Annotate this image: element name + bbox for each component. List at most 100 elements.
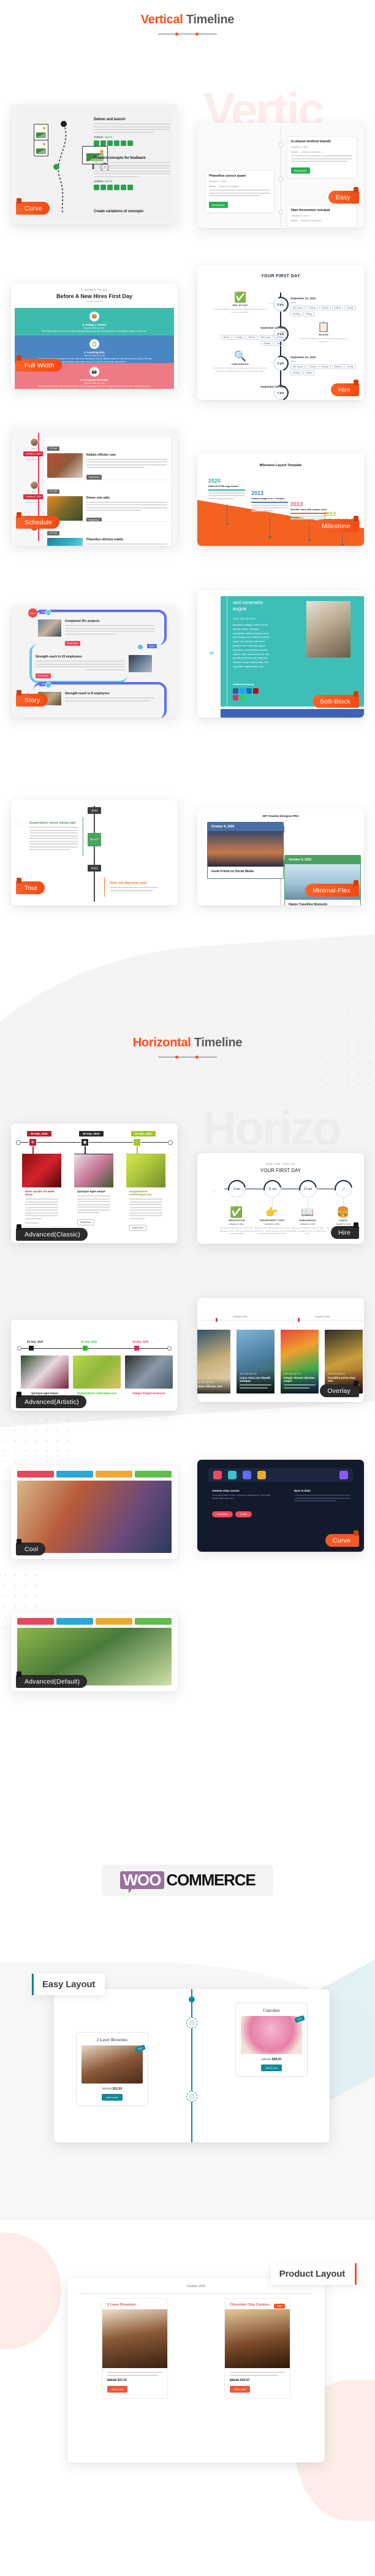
classic-column[interactable]: Suspendisse scelerisque orci Read More xyxy=(126,1154,165,1235)
toolbar-chip[interactable] xyxy=(257,1471,266,1479)
overlay-card[interactable]: Oct 6, 2013 @ 9:16 ursus risus nec blandi… xyxy=(237,1330,275,1393)
stop-date: 26 Sep, 2020 xyxy=(27,1131,51,1137)
hire-stop: 👉 DEPARTMENT TOUR October 6, 2020 Meet y… xyxy=(253,1207,291,1235)
milestone-item: 2020 Different HTML tags inside... xyxy=(208,478,245,500)
woo-product-column[interactable]: 2 Layer Brownies $30.00 $22.00 Add to ca… xyxy=(102,2298,168,2399)
tab-date-0[interactable] xyxy=(17,1618,54,1625)
continue-reading-link[interactable]: Continue Reading xyxy=(233,683,254,686)
tab-four[interactable] xyxy=(135,1471,172,1478)
minimal-flex-card[interactable]: October 9, 2020 Great Friend on Social M… xyxy=(207,822,284,879)
hire-stop-detail: September 22, 2020 admin Mini Layout Plac… xyxy=(290,297,363,316)
add-to-cart-button[interactable]: Add to cart xyxy=(102,2094,123,2101)
read-more-button[interactable]: Read More xyxy=(65,641,80,646)
shot-curve-dark[interactable]: Aenean vitae cursus Lorem ipsum dolor si… xyxy=(197,1460,364,1552)
shot-advanced-classic[interactable]: 26 Sep, 2020 ⚙ Nunc iaculis sit amet lac… xyxy=(11,1124,178,1243)
add-to-cart-button[interactable]: Add to cart xyxy=(107,2385,128,2393)
shot-woo-product[interactable]: October 2020 2 Layer Brownies $30.00 $22… xyxy=(67,2279,325,2463)
social-share-row[interactable] xyxy=(94,184,170,190)
tab-date-2[interactable] xyxy=(96,1618,132,1625)
curve-item-title: Deliver and launch xyxy=(94,118,126,121)
schedule-post[interactable]: 9:19 am Nullam efficitur sem Read More xyxy=(43,437,172,485)
shot-advanced-default[interactable]: Advanced(Default) xyxy=(11,1613,178,1692)
woo-product-column[interactable]: Chocolate Chip Cookies $35.00 $28.00 Add… xyxy=(224,2298,290,2399)
toolbar-chip[interactable] xyxy=(243,1471,251,1479)
shot-heading: YOUR FIRST DAY xyxy=(260,274,301,278)
artistic-card[interactable]: Integer feugiat massa ac xyxy=(125,1355,173,1395)
shot-soft-block[interactable]: 06 sed venenatis augue Oct 6, 2020 @ 10:… xyxy=(197,590,364,718)
default-tabs[interactable] xyxy=(17,1618,172,1625)
add-to-cart-button[interactable]: Add to cart xyxy=(261,2064,282,2071)
tab-three[interactable] xyxy=(96,1471,132,1478)
schedule-post[interactable]: 8:17 am Phasellus ultricies mattis Read … xyxy=(43,521,172,546)
shot-woo-easy[interactable]: 🕐 🕐 2 Layer Brownies $30.00 $22.00 Add t… xyxy=(54,1989,330,2142)
classic-column[interactable]: Nunc iaculis sit amet lacus xyxy=(22,1154,61,1229)
stop-date: 26 Sep, 2020 xyxy=(27,1340,44,1343)
tour-entry: Nunc sed dignissim nulla xyxy=(104,877,163,897)
shot-cool[interactable]: Cool xyxy=(11,1466,178,1559)
easy-post-card[interactable]: Phasellus cursus quam October 6, 2020 ad… xyxy=(205,171,275,213)
card-title: Nullam efficitur sem xyxy=(197,1385,222,1388)
post-meta: admin Leave a Comment xyxy=(291,219,321,222)
commerce-word: COMMERCE xyxy=(166,1871,256,1889)
shot-tour[interactable]: 2020 06 OCT Suspendisse varius massa ege… xyxy=(11,800,178,905)
easy-post-card[interactable]: In aliquet eleifend blandit October 6, 2… xyxy=(287,136,357,178)
shot-hire-horizontal[interactable]: NEW HIRE TIMELINE YOUR FIRST DAY ‹ › 9 a… xyxy=(197,1153,364,1244)
prev-button[interactable]: ‹ xyxy=(213,1189,215,1194)
tab-date-3[interactable] xyxy=(135,1618,172,1625)
overlay-card[interactable]: Oct 6, 2013 @ 9:16Nullam efficitur sem xyxy=(197,1330,230,1393)
column-image xyxy=(126,1154,165,1187)
shot-hire-vertical[interactable]: YOUR FIRST DAY 5 pm 3 pm 2 pm 1 pm Septe… xyxy=(197,265,364,400)
toolbar-chip[interactable] xyxy=(339,1471,348,1479)
shot-full-width[interactable]: 7 THINGS TO DO Before A New Hires First … xyxy=(11,283,178,389)
add-to-cart-button[interactable]: Add to cart xyxy=(230,2385,251,2393)
overlay-card[interactable]: Oct 6, 2013 @ 9:16 Integer dictum ultrici… xyxy=(281,1330,319,1393)
shot-heading: Before A New Hires First Day xyxy=(56,293,132,299)
classic-column[interactable]: Quisque eget neque Read More xyxy=(74,1154,113,1230)
dark-toolbar[interactable] xyxy=(208,1468,353,1482)
shot-advanced-artistic[interactable]: 26 Sep, 2020 Quisque eget neque 26 Sep, … xyxy=(11,1320,178,1411)
tab-one[interactable] xyxy=(17,1471,54,1478)
social-share-row[interactable] xyxy=(94,140,170,146)
story-item: Completed 30+ projects Read More xyxy=(38,619,154,647)
read-more-button[interactable]: Read More xyxy=(212,1511,233,1517)
toolbar-chip[interactable] xyxy=(213,1471,222,1479)
horizontal-section-heading: Horizontal Timeline xyxy=(0,1037,375,1059)
shot-story[interactable]: START 2020 #01 Completed 30+ projects Re… xyxy=(11,606,178,718)
book-icon: 📖 xyxy=(301,1206,314,1218)
easy-post-card[interactable]: Nam fermentum volutpat October 6, 2020 a… xyxy=(287,205,357,228)
read-more-button[interactable]: Read More xyxy=(86,474,102,480)
product-price: $30.00 $22.00 xyxy=(107,2378,127,2382)
read-more-button[interactable]: Read More xyxy=(209,202,228,208)
shot-schedule[interactable]: admin October 6, 2020 Leave a Comment 9:… xyxy=(11,428,178,546)
read-more-button[interactable]: Read More xyxy=(36,673,51,678)
horizontal-axis xyxy=(18,1348,170,1349)
band-step: 5. Learning plan xyxy=(84,351,105,354)
shot-milestone[interactable]: Milestone Layout Template 2020 Different… xyxy=(197,453,364,546)
shot-easy[interactable]: In aliquet eleifend blandit October 6, 2… xyxy=(197,123,364,228)
woo-product-card[interactable]: Cupcakes $35.00 $28.00 Add to cart Sale! xyxy=(235,2003,308,2077)
artistic-card[interactable]: Suspendisse scelerisque orci xyxy=(73,1355,121,1395)
schedule-post[interactable]: 8:17 am Donec uris odio Read More xyxy=(43,480,172,528)
kicker-text: 7 THINGS TO DO xyxy=(81,288,108,291)
artistic-card[interactable]: Quisque eget neque xyxy=(21,1355,69,1395)
cool-tabs[interactable] xyxy=(17,1471,172,1478)
shot-overlay[interactable]: October 2007 October 2015 Oct 6, 2013 @ … xyxy=(197,1298,364,1402)
tab-two[interactable] xyxy=(56,1471,93,1478)
shot-minimal-flex[interactable]: WP Timeline Designer PRO ⚑ ● October 9, … xyxy=(197,808,364,905)
social-share-row[interactable] xyxy=(233,688,263,700)
read-more-button[interactable]: Read More xyxy=(77,1219,94,1225)
tab-date-1[interactable] xyxy=(56,1618,93,1625)
minimal-flex-card[interactable]: October 9, 2020 Happy Travelling Moments xyxy=(284,855,361,905)
badge-milestone: Milestone xyxy=(314,516,359,532)
woo-product-card[interactable]: 2 Layer Brownies $30.00 $22.00 Add to ca… xyxy=(76,2032,148,2106)
read-more-button[interactable]: Read More xyxy=(129,1225,146,1231)
toolbar-chip[interactable] xyxy=(228,1471,237,1479)
timeline-top-dot xyxy=(189,1996,195,2003)
shot-curve[interactable]: ✓ Deliver and launch Author: admin Prese… xyxy=(11,104,178,224)
product-title: 2 Layer Brownies xyxy=(96,2037,128,2042)
band-icon: 📋 xyxy=(89,339,99,349)
column-title: Quisque eget neque xyxy=(77,1190,105,1194)
woo-word: WOO xyxy=(119,1871,164,1893)
details-button[interactable]: Details xyxy=(235,1511,252,1517)
read-more-button[interactable]: Read More xyxy=(291,167,310,174)
